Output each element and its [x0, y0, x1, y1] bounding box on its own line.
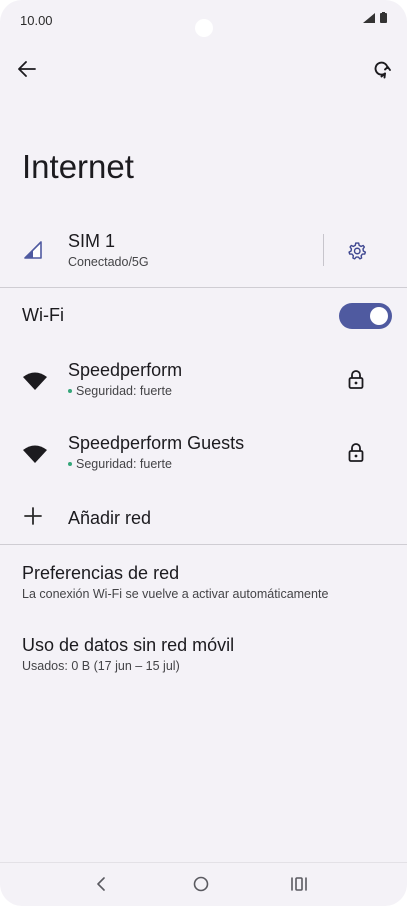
- data-usage-title: Uso de datos sin red móvil: [22, 635, 235, 655]
- wifi-label: Wi-Fi: [22, 305, 64, 325]
- security-dot: [68, 462, 72, 466]
- data-usage-item[interactable]: Uso de datos sin red móvil Usados: 0 B (…: [22, 635, 234, 673]
- wifi-network-item[interactable]: Speedperform Guests Seguridad: fuerte: [0, 427, 407, 483]
- network-text: Speedperform Seguridad: fuerte: [68, 360, 182, 398]
- wifi-network-item[interactable]: Speedperform Seguridad: fuerte: [0, 354, 407, 410]
- lock-icon: [346, 369, 366, 396]
- status-icons: [363, 12, 387, 23]
- wifi-toggle[interactable]: [339, 303, 392, 329]
- network-security: Seguridad: fuerte: [68, 384, 182, 398]
- gear-icon: [348, 242, 367, 260]
- preferences-subtitle: La conexión Wi-Fi se vuelve a activar au…: [22, 587, 329, 601]
- signal-icon: [22, 240, 42, 265]
- sim-divider: [323, 234, 324, 266]
- network-security-label: Seguridad: fuerte: [76, 457, 172, 471]
- nav-back-button[interactable]: [88, 871, 114, 897]
- plus-icon: [23, 506, 43, 528]
- security-dot: [68, 389, 72, 393]
- lock-icon: [346, 442, 366, 469]
- battery-icon: [380, 12, 387, 23]
- sim-text: SIM 1 Conectado/5G: [68, 231, 149, 269]
- circle-home-icon: [193, 876, 209, 892]
- wifi-icon: [23, 445, 47, 468]
- network-security-label: Seguridad: fuerte: [76, 384, 172, 398]
- network-name: Speedperform: [68, 360, 183, 380]
- chevron-left-icon: [97, 877, 105, 891]
- navigation-bar: [0, 862, 407, 906]
- back-button[interactable]: [14, 56, 40, 82]
- add-network-label: Añadir red: [68, 508, 152, 528]
- wifi-toggle-row[interactable]: Wi-Fi: [0, 294, 407, 336]
- nav-recents-button[interactable]: [286, 871, 312, 897]
- network-text: Speedperform Guests Seguridad: fuerte: [68, 433, 244, 471]
- nav-home-button[interactable]: [188, 871, 214, 897]
- camera-cutout: [195, 19, 213, 37]
- page-title: Internet: [22, 148, 134, 185]
- toggle-knob: [370, 307, 388, 325]
- sim-status: Conectado/5G: [68, 255, 149, 269]
- network-name: Speedperform Guests: [68, 433, 245, 453]
- sim-name: SIM 1: [68, 231, 116, 251]
- wifi-icon: [23, 372, 47, 395]
- signal-status-icon: [363, 12, 375, 23]
- sim-row[interactable]: SIM 1 Conectado/5G: [0, 222, 407, 282]
- arrow-left-icon: [18, 61, 36, 77]
- status-bar: 10.00: [0, 0, 407, 42]
- data-usage-subtitle: Usados: 0 B (17 jun – 15 jul): [22, 659, 180, 673]
- sync-button[interactable]: [369, 56, 395, 82]
- network-preferences-item[interactable]: Preferencias de red La conexión Wi-Fi se…: [22, 563, 328, 601]
- sim-settings-button[interactable]: [344, 238, 370, 264]
- status-time: 10.00: [20, 13, 53, 28]
- recents-icon: [291, 877, 307, 891]
- add-network-button[interactable]: Añadir red: [0, 498, 407, 538]
- divider: [0, 544, 407, 545]
- internet-settings-screen: 10.00 Internet SIM 1 Conectado/5G Wi-Fi …: [0, 0, 407, 906]
- network-security: Seguridad: fuerte: [68, 457, 244, 471]
- preferences-title: Preferencias de red: [22, 563, 180, 583]
- sync-icon: [374, 61, 391, 79]
- divider: [0, 287, 407, 288]
